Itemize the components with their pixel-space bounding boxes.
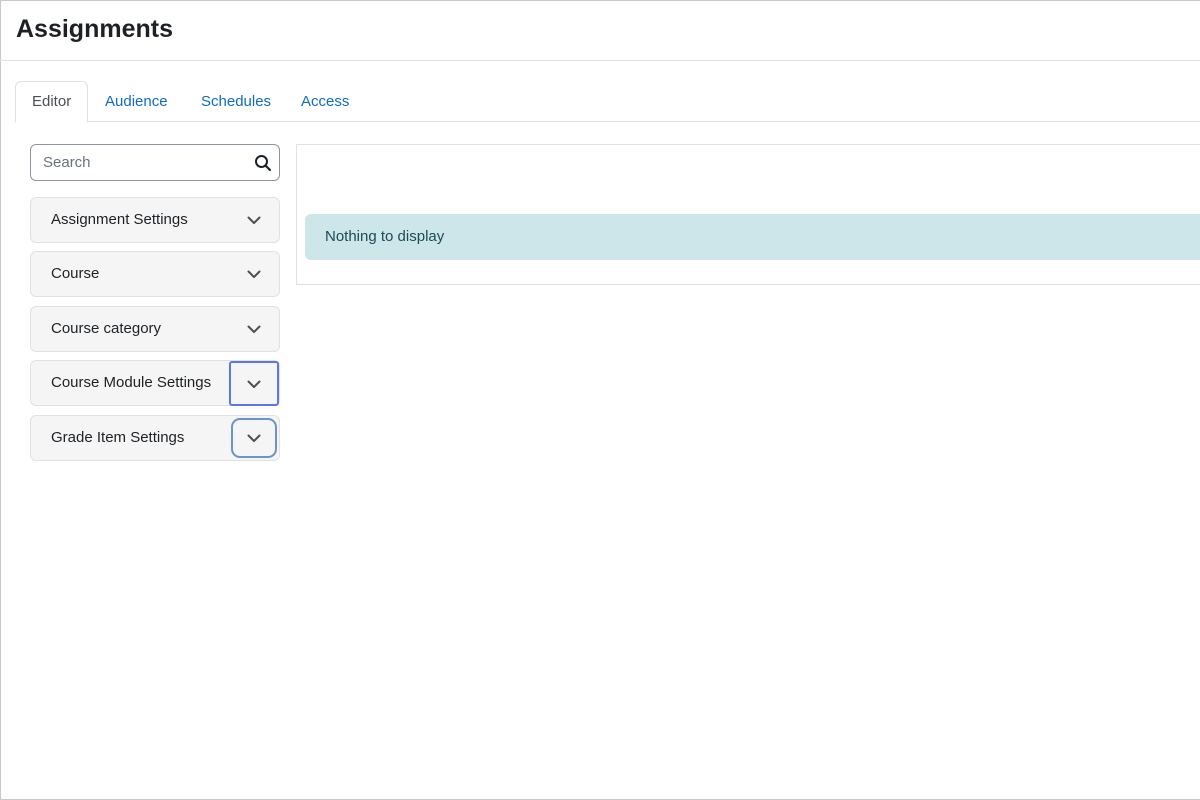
search-input[interactable]	[32, 146, 250, 179]
tab-access[interactable]: Access	[285, 81, 365, 122]
empty-state-alert: Nothing to display	[305, 214, 1200, 260]
search-box	[30, 144, 280, 181]
page-header: Assignments	[0, 0, 1200, 61]
section-course-category: Course category	[30, 306, 280, 352]
page-title: Assignments	[16, 15, 173, 43]
section-assignment-settings: Assignment Settings	[30, 197, 280, 243]
expand-toggle-assignment-settings[interactable]	[230, 198, 278, 242]
chevron-down-icon	[247, 270, 261, 278]
section-label: Course Module Settings	[51, 374, 212, 391]
chevron-down-icon	[247, 380, 261, 388]
section-label: Course category	[51, 320, 162, 337]
expand-toggle-course[interactable]	[230, 252, 278, 296]
empty-state-message: Nothing to display	[325, 228, 445, 245]
chevron-down-icon	[247, 325, 261, 333]
section-course: Course	[30, 251, 280, 297]
expand-toggle-course-category[interactable]	[230, 307, 278, 351]
section-label: Grade Item Settings	[51, 429, 185, 446]
tab-bar: Editor Audience Schedules Access	[15, 81, 1200, 123]
expand-toggle-course-module-settings[interactable]	[229, 361, 279, 406]
chevron-down-icon	[247, 216, 261, 224]
section-label: Assignment Settings	[51, 211, 188, 228]
search-icon[interactable]	[254, 154, 272, 172]
section-label: Course	[51, 265, 100, 282]
tab-schedules[interactable]: Schedules	[185, 81, 287, 122]
tab-editor[interactable]: Editor	[15, 81, 89, 123]
section-course-module-settings: Course Module Settings	[30, 360, 280, 406]
expand-toggle-grade-item-settings[interactable]	[231, 418, 277, 458]
chevron-down-icon	[247, 434, 261, 442]
section-grade-item-settings: Grade Item Settings	[30, 415, 280, 461]
tab-audience[interactable]: Audience	[89, 81, 184, 122]
